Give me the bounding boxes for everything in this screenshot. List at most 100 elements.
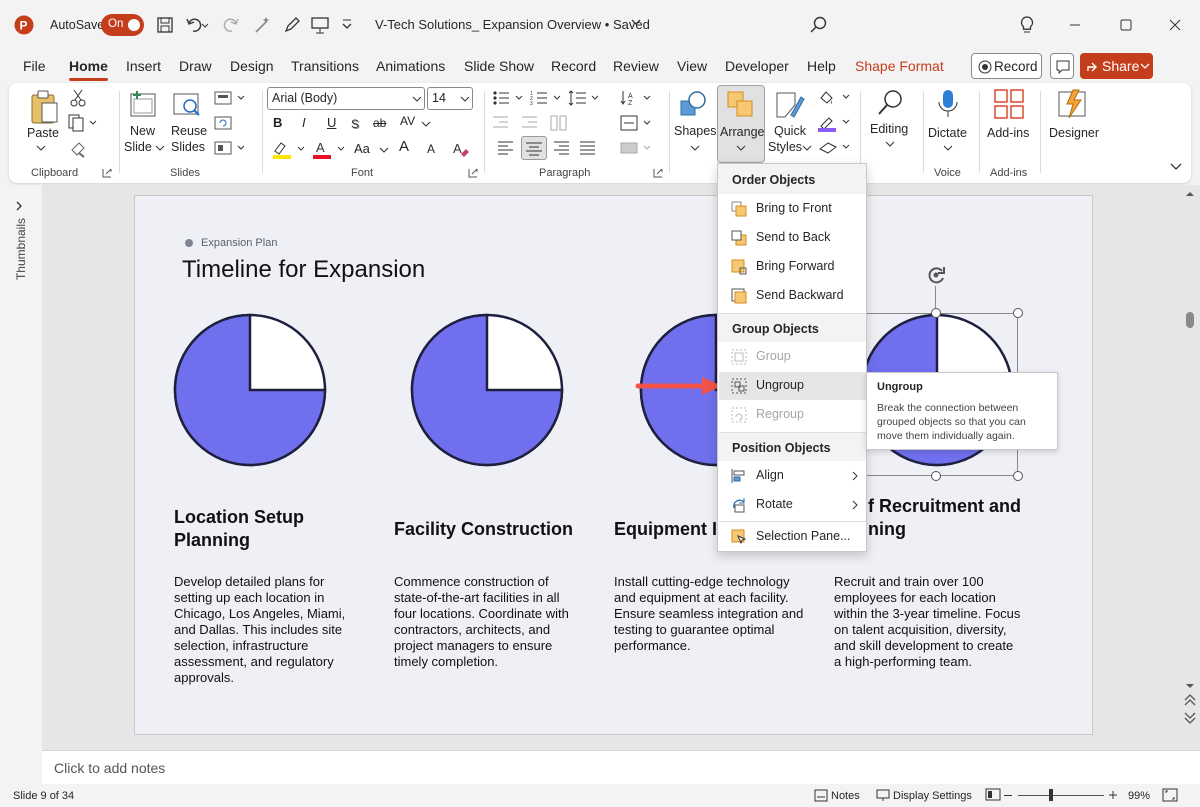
notes-icon[interactable]	[814, 789, 828, 802]
document-title[interactable]: V-Tech Solutions_ Expansion Overview • S…	[375, 17, 650, 32]
zoom-in-icon[interactable]	[1108, 790, 1118, 800]
chevron-down-icon[interactable]	[630, 18, 642, 28]
shape-outline-icon[interactable]	[817, 114, 853, 132]
chevron-down-icon[interactable]	[943, 145, 953, 151]
send-to-back-item[interactable]: Send to Back	[719, 224, 866, 252]
search-icon[interactable]	[809, 15, 829, 35]
group-item[interactable]: Group	[719, 343, 866, 371]
customize-qat-icon[interactable]	[341, 17, 353, 31]
quick-styles-label[interactable]: Quick	[774, 123, 806, 139]
strikethrough-button[interactable]: ab	[373, 115, 386, 131]
notes-pane[interactable]: Click to add notes	[42, 750, 1200, 784]
ungroup-item[interactable]: Ungroup	[719, 372, 866, 400]
font-name-combo[interactable]: Arial (Body)	[267, 87, 425, 110]
tab-animations[interactable]: Animations	[376, 58, 445, 74]
zoom-out-icon[interactable]	[1004, 795, 1012, 796]
autosave-toggle[interactable]: On	[101, 14, 144, 36]
slide-kicker[interactable]: Expansion Plan	[201, 237, 277, 249]
chevron-down-icon[interactable]	[36, 145, 46, 151]
pie-chart-2[interactable]	[410, 313, 564, 467]
chevron-down-icon[interactable]	[155, 145, 165, 151]
cut-icon[interactable]	[70, 89, 86, 107]
char-spacing-button[interactable]: AV	[400, 113, 415, 129]
column-body-4[interactable]: Recruit and train over 100 employees for …	[834, 574, 1020, 670]
editing-label[interactable]: Editing	[870, 121, 908, 137]
bring-to-front-item[interactable]: Bring to Front	[719, 195, 866, 223]
shape-effects-icon[interactable]	[817, 139, 853, 155]
present-icon[interactable]	[310, 15, 330, 35]
paste-label[interactable]: Paste	[27, 125, 59, 141]
resize-handle[interactable]	[931, 308, 941, 318]
grow-font-button[interactable]: A	[399, 139, 409, 155]
slide-canvas[interactable]: Expansion Plan Timeline for Expansion Lo…	[134, 195, 1093, 735]
zoom-slider[interactable]	[1018, 795, 1104, 796]
align-right-icon[interactable]	[553, 140, 571, 156]
bold-button[interactable]: B	[273, 115, 282, 131]
undo-icon[interactable]	[185, 15, 209, 35]
shapes-label[interactable]: Shapes	[674, 123, 716, 139]
tab-record[interactable]: Record	[551, 58, 596, 74]
column-body-2[interactable]: Commence construction of state-of-the-art…	[394, 574, 569, 670]
powerpoint-logo-icon[interactable]: P	[14, 15, 34, 35]
magic-wand-icon[interactable]	[252, 15, 272, 35]
format-painter-icon[interactable]	[70, 140, 88, 158]
pen-icon[interactable]	[282, 15, 302, 35]
rotate-handle-icon[interactable]	[925, 264, 947, 286]
tab-developer[interactable]: Developer	[725, 58, 789, 74]
notes-toggle[interactable]: Notes	[831, 790, 860, 802]
chevron-down-icon[interactable]	[379, 147, 389, 153]
comments-button[interactable]	[1050, 53, 1074, 79]
thumbnails-pane[interactable]: Thumbnails	[0, 185, 42, 750]
maximize-button[interactable]	[1111, 10, 1141, 40]
share-button[interactable]: Share	[1080, 53, 1153, 79]
minimize-button[interactable]	[1060, 10, 1090, 40]
underline-button[interactable]: U	[327, 115, 336, 131]
align-center-icon[interactable]	[521, 136, 547, 160]
quick-styles-icon[interactable]	[773, 89, 805, 121]
record-button[interactable]: Record	[971, 53, 1042, 79]
chevron-down-icon[interactable]	[802, 145, 812, 151]
send-backward-item[interactable]: Send Backward	[719, 282, 866, 310]
addins-label[interactable]: Add-ins	[987, 125, 1029, 141]
quick-styles-label2[interactable]: Styles	[768, 139, 802, 155]
vertical-scrollbar[interactable]	[1183, 190, 1197, 730]
chevron-down-icon[interactable]	[885, 141, 895, 147]
resize-handle[interactable]	[1013, 308, 1023, 318]
tab-insert[interactable]: Insert	[126, 58, 161, 74]
clear-formatting-icon[interactable]: A	[452, 140, 470, 158]
regroup-item[interactable]: Regroup	[719, 401, 866, 429]
text-direction-icon[interactable]: AZ	[620, 90, 654, 106]
designer-icon[interactable]	[1057, 88, 1089, 120]
dialog-launcher-icon[interactable]	[468, 168, 478, 178]
tab-slide-show[interactable]: Slide Show	[464, 58, 534, 74]
bring-forward-item[interactable]: Bring Forward	[719, 253, 866, 281]
column-title-2[interactable]: Facility Construction	[394, 518, 573, 541]
tab-design[interactable]: Design	[230, 58, 274, 74]
zoom-slider-thumb[interactable]	[1049, 789, 1053, 801]
chevron-down-icon[interactable]	[421, 121, 431, 127]
change-case-button[interactable]: Aa	[354, 141, 370, 157]
bullets-icon[interactable]	[492, 90, 526, 106]
redo-icon[interactable]	[222, 15, 242, 35]
section-icon[interactable]	[214, 140, 248, 156]
arrange-button[interactable]: Arrange	[717, 85, 765, 163]
shape-fill-icon[interactable]	[817, 89, 853, 105]
normal-view-icon[interactable]	[985, 788, 1001, 802]
line-spacing-icon[interactable]	[568, 90, 602, 106]
tab-transitions[interactable]: Transitions	[291, 58, 359, 74]
font-color-icon[interactable]: A	[312, 139, 352, 159]
columns-icon[interactable]	[550, 115, 568, 131]
italic-button[interactable]: I	[302, 115, 306, 131]
align-item[interactable]: Align	[719, 462, 866, 490]
column-body-1[interactable]: Develop detailed plans for setting up eac…	[174, 574, 345, 686]
display-settings-icon[interactable]	[876, 789, 890, 802]
justify-icon[interactable]	[579, 140, 597, 156]
tab-help[interactable]: Help	[807, 58, 836, 74]
reset-icon[interactable]	[214, 115, 232, 131]
dialog-launcher-icon[interactable]	[102, 168, 112, 178]
dictate-label[interactable]: Dictate	[928, 125, 967, 141]
shapes-icon[interactable]	[679, 89, 709, 119]
numbering-icon[interactable]: 123	[530, 90, 564, 106]
shrink-font-button[interactable]: A	[427, 141, 435, 157]
new-slide-label[interactable]: New	[130, 123, 155, 139]
